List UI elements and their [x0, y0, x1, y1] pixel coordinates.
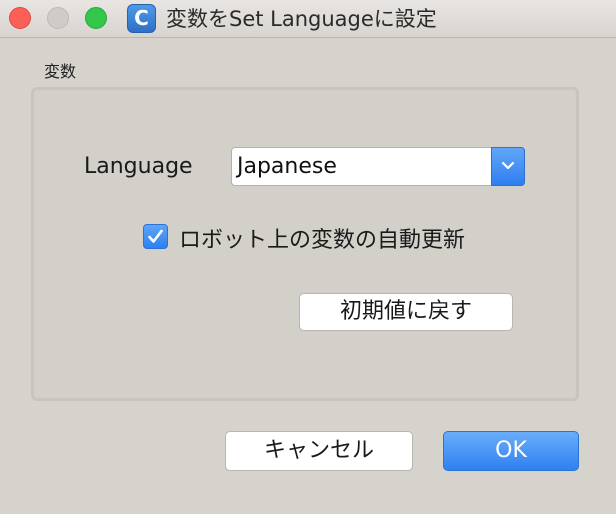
close-icon[interactable]: [9, 7, 31, 29]
title-bar: C 変数をSet Languageに設定: [0, 0, 616, 38]
checkmark-icon: [148, 229, 163, 243]
auto-update-label[interactable]: ロボット上の変数の自動更新: [179, 222, 465, 254]
app-icon: C: [127, 4, 156, 33]
group-title: 変数: [44, 62, 77, 81]
maximize-icon[interactable]: [85, 7, 107, 29]
language-select[interactable]: Japanese: [231, 147, 525, 186]
minimize-icon[interactable]: [47, 7, 69, 29]
auto-update-checkbox[interactable]: [143, 224, 168, 249]
language-label: Language: [84, 154, 193, 179]
cancel-button[interactable]: キャンセル: [225, 431, 413, 471]
language-select-value: Japanese: [237, 154, 337, 179]
reset-defaults-button[interactable]: 初期値に戻す: [299, 293, 513, 331]
ok-button[interactable]: OK: [443, 431, 579, 471]
window-title: 変数をSet Languageに設定: [166, 7, 437, 31]
chevron-down-icon[interactable]: [491, 147, 525, 186]
